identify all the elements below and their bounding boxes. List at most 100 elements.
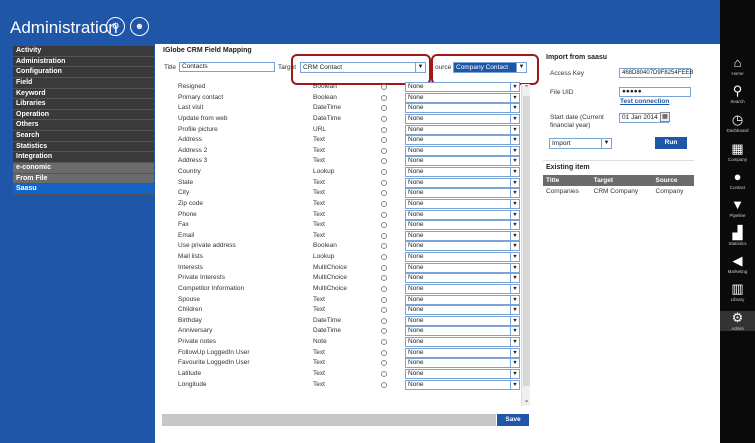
key-radio[interactable]	[381, 307, 387, 314]
scrollbar-thumb[interactable]	[523, 96, 530, 386]
source-field-select[interactable]: None ▼	[405, 177, 520, 188]
source-field-select[interactable]: None ▼	[405, 326, 520, 337]
source-field-select[interactable]: None ▼	[405, 124, 520, 135]
nav-item-configuration[interactable]: Configuration	[13, 67, 154, 78]
key-radio[interactable]	[381, 381, 387, 388]
key-radio[interactable]	[381, 179, 387, 186]
key-radio[interactable]	[381, 147, 387, 154]
key-radio[interactable]	[381, 296, 387, 303]
nav-item-operation[interactable]: Operation	[13, 109, 154, 121]
file-uid-input[interactable]: ●●●●●	[619, 87, 691, 97]
source-field-select[interactable]: None ▼	[405, 188, 520, 199]
key-radio[interactable]	[381, 158, 387, 165]
source-field-select[interactable]: None ▼	[405, 113, 520, 124]
source-field-select[interactable]: None ▼	[405, 145, 520, 156]
source-field-select[interactable]: None ▼	[405, 252, 520, 262]
save-button[interactable]: Save	[497, 414, 529, 426]
mapping-scrollbar[interactable]: ⌃ ⌄	[521, 84, 530, 406]
key-radio[interactable]	[381, 105, 387, 112]
source-field-select[interactable]: None ▼	[405, 156, 520, 167]
people-settings-circle-icon[interactable]: ☻	[130, 17, 149, 36]
calendar-icon[interactable]: ▦	[660, 112, 670, 122]
source-field-select[interactable]: None ▼	[405, 241, 520, 252]
source-field-select[interactable]: None ▼	[405, 368, 520, 379]
table-row[interactable]: Companies CRM Company Company	[543, 186, 694, 197]
source-field-select[interactable]: None ▼	[405, 92, 520, 103]
key-radio[interactable]	[381, 200, 387, 207]
nav-item-administration[interactable]: Administration	[13, 56, 154, 68]
chevron-down-icon: ▼	[510, 348, 519, 357]
source-field-select[interactable]: None ▼	[405, 135, 520, 146]
source-field-select[interactable]: None ▼	[405, 103, 520, 114]
import-mode-select[interactable]: Import ▼	[549, 138, 612, 149]
key-radio[interactable]	[381, 232, 387, 239]
nav-item-e-conomic[interactable]: e-conomic	[13, 163, 154, 174]
chevron-down-icon[interactable]: ⌄	[522, 396, 531, 406]
key-radio[interactable]	[381, 285, 387, 292]
test-connection-link[interactable]: Test connection	[620, 98, 669, 105]
nav-statistics[interactable]: ▟ Statistics	[720, 226, 755, 247]
source-field-select[interactable]: None ▼	[405, 337, 520, 347]
source-field-select[interactable]: None ▼	[405, 347, 520, 358]
key-radio[interactable]	[381, 94, 387, 101]
access-key-input[interactable]: 468D80407D9F8254FEEB	[619, 68, 693, 78]
key-radio[interactable]	[381, 275, 387, 282]
nav-marketing[interactable]: ◀ Marketing	[720, 254, 755, 275]
source-field-select[interactable]: None ▼	[405, 305, 520, 316]
key-radio[interactable]	[381, 137, 387, 144]
source-field-select[interactable]: None ▼	[405, 167, 520, 177]
source-field-select[interactable]: None ▼	[405, 358, 520, 369]
nav-dashboard[interactable]: ◷ Dashboard	[720, 113, 755, 134]
nav-home[interactable]: ⌂ Home	[720, 56, 755, 77]
key-radio[interactable]	[381, 328, 387, 335]
key-radio[interactable]	[381, 222, 387, 229]
chevron-down-icon: ▼	[510, 93, 519, 102]
chevron-up-icon[interactable]: ⌃	[522, 84, 531, 94]
source-field-select[interactable]: None ▼	[405, 230, 520, 241]
nav-item-field[interactable]: Field	[13, 77, 154, 89]
source-field-select[interactable]: None ▼	[405, 209, 520, 220]
nav-item-saasu[interactable]: Saasu	[13, 184, 154, 195]
key-radio[interactable]	[381, 169, 387, 175]
settings-circle-icon[interactable]: ⚙	[106, 17, 125, 36]
run-button[interactable]: Run	[655, 137, 687, 149]
nav-item-statistics[interactable]: Statistics	[13, 141, 154, 153]
mapping-row: Children Text None ▼	[160, 305, 530, 316]
key-radio[interactable]	[381, 264, 387, 271]
nav-admin[interactable]: ⚙ Admin	[720, 311, 755, 331]
nav-item-activity[interactable]: Activity	[13, 46, 154, 57]
source-field-select[interactable]: None ▼	[405, 315, 520, 326]
key-radio[interactable]	[381, 190, 387, 197]
source-field-select[interactable]: None ▼	[405, 283, 520, 294]
key-radio[interactable]	[381, 211, 387, 218]
source-field-select[interactable]: None ▼	[405, 262, 520, 273]
nav-item-from-file[interactable]: From File	[13, 173, 154, 185]
key-radio[interactable]	[381, 126, 387, 133]
key-radio[interactable]	[381, 339, 387, 345]
source-field-select[interactable]: None ▼	[405, 294, 520, 305]
key-radio[interactable]	[381, 243, 387, 250]
nav-pipeline[interactable]: ▼ Pipeline	[720, 198, 755, 219]
nav-contact[interactable]: ● Contact	[720, 170, 755, 191]
source-field-select[interactable]: None ▼	[405, 220, 520, 231]
source-field-select[interactable]: None ▼	[405, 273, 520, 284]
nav-item-libraries[interactable]: Libraries	[13, 99, 154, 110]
key-radio[interactable]	[381, 254, 387, 260]
key-radio[interactable]	[381, 317, 387, 324]
nav-library[interactable]: ▥ Library	[720, 282, 755, 303]
nav-search[interactable]: ⚲ Search	[720, 84, 755, 105]
source-field-select[interactable]: None ▼	[405, 82, 520, 92]
key-radio[interactable]	[381, 349, 387, 356]
key-radio[interactable]	[381, 370, 387, 377]
key-radio[interactable]	[381, 84, 387, 90]
nav-item-others[interactable]: Others	[13, 120, 154, 132]
nav-item-integration[interactable]: Integration	[13, 152, 154, 164]
nav-company[interactable]: ▦ Company	[720, 142, 755, 163]
title-input[interactable]: Contacts	[179, 62, 275, 72]
nav-item-search[interactable]: Search	[13, 131, 154, 142]
key-radio[interactable]	[381, 115, 387, 122]
key-radio[interactable]	[381, 360, 387, 367]
nav-item-keyword[interactable]: Keyword	[13, 88, 154, 100]
source-field-select[interactable]: None ▼	[405, 198, 520, 209]
source-field-select[interactable]: None ▼	[405, 379, 520, 390]
